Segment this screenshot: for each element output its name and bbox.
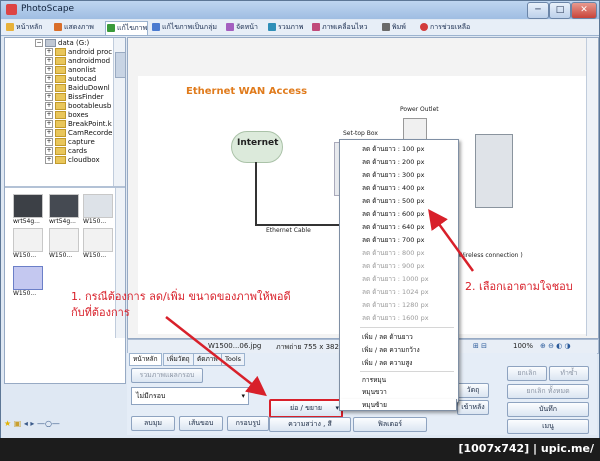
- arrow-to-resize: [165, 316, 267, 397]
- footer-bar: [1007x742] | upic.me/: [0, 438, 600, 461]
- app-window: PhotoScape ─ □ ✕ หน้าหลัก แสดงภาพ แก้ไขภ…: [0, 0, 600, 439]
- arrow-to-menu: [428, 208, 475, 272]
- annotation-arrows: [165, 208, 475, 397]
- footer-text: [1007x742] | upic.me/: [458, 442, 594, 455]
